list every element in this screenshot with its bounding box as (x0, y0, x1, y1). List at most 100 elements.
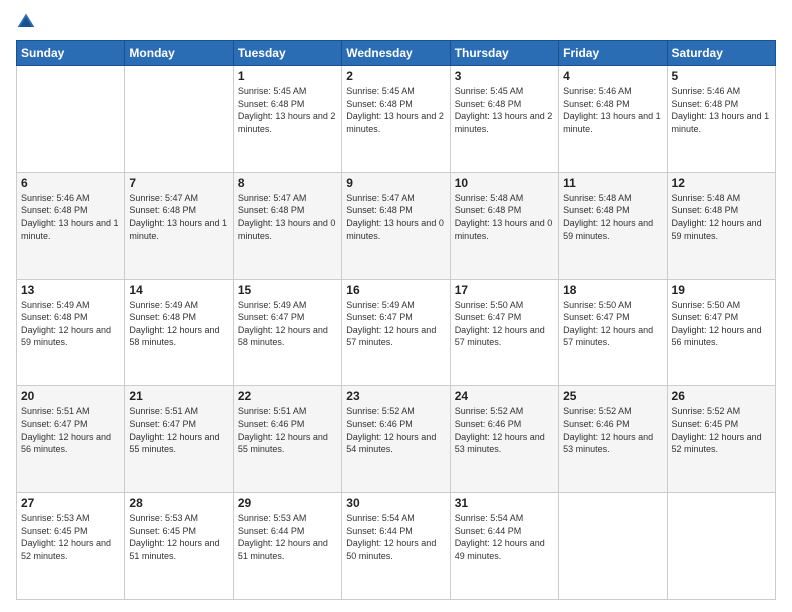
day-info: Sunrise: 5:45 AM Sunset: 6:48 PM Dayligh… (346, 85, 445, 135)
day-info: Sunrise: 5:49 AM Sunset: 6:47 PM Dayligh… (238, 299, 337, 349)
day-info: Sunrise: 5:47 AM Sunset: 6:48 PM Dayligh… (129, 192, 228, 242)
day-info: Sunrise: 5:48 AM Sunset: 6:48 PM Dayligh… (563, 192, 662, 242)
day-number: 22 (238, 389, 337, 403)
day-info: Sunrise: 5:50 AM Sunset: 6:47 PM Dayligh… (455, 299, 554, 349)
calendar-cell: 20 Sunrise: 5:51 AM Sunset: 6:47 PM Dayli… (17, 386, 125, 493)
calendar-cell: 21Sunrise: 5:51 AM Sunset: 6:47 PM Dayli… (125, 386, 233, 493)
calendar-cell (125, 66, 233, 173)
day-number: 16 (346, 283, 445, 297)
day-number: 27 (21, 496, 120, 510)
day-info: Sunrise: 5:46 AM Sunset: 6:48 PM Dayligh… (21, 192, 120, 242)
day-number: 3 (455, 69, 554, 83)
day-info: Sunrise: 5:48 AM Sunset: 6:48 PM Dayligh… (672, 192, 771, 242)
day-number: 24 (455, 389, 554, 403)
page: SundayMondayTuesdayWednesdayThursdayFrid… (0, 0, 792, 612)
day-number: 8 (238, 176, 337, 190)
calendar-cell: 18 Sunrise: 5:50 AM Sunset: 6:47 PM Dayli… (559, 279, 667, 386)
calendar-cell: 7 Sunrise: 5:47 AM Sunset: 6:48 PM Daylig… (125, 172, 233, 279)
day-info: Sunrise: 5:47 AM Sunset: 6:48 PM Dayligh… (238, 192, 337, 242)
calendar-cell: 25 Sunrise: 5:52 AM Sunset: 6:46 PM Dayli… (559, 386, 667, 493)
day-info: Sunrise: 5:54 AM Sunset: 6:44 PM Dayligh… (346, 512, 445, 562)
weekday-header-wednesday: Wednesday (342, 41, 450, 66)
day-info: Sunrise: 5:51 AM Sunset: 6:46 PM Dayligh… (238, 405, 337, 455)
calendar-cell: 17 Sunrise: 5:50 AM Sunset: 6:47 PM Dayli… (450, 279, 558, 386)
calendar-week-row-2: 6 Sunrise: 5:46 AM Sunset: 6:48 PM Daylig… (17, 172, 776, 279)
day-number: 18 (563, 283, 662, 297)
day-info: Sunrise: 5:53 AM Sunset: 6:45 PM Dayligh… (129, 512, 228, 562)
day-info: Sunrise: 5:48 AM Sunset: 6:48 PM Dayligh… (455, 192, 554, 242)
calendar-week-row-1: 1 Sunrise: 5:45 AM Sunset: 6:48 PM Daylig… (17, 66, 776, 173)
calendar-week-row-3: 13 Sunrise: 5:49 AM Sunset: 6:48 PM Dayli… (17, 279, 776, 386)
day-info: Sunrise: 5:50 AM Sunset: 6:47 PM Dayligh… (672, 299, 771, 349)
day-number: 28 (129, 496, 228, 510)
weekday-header-thursday: Thursday (450, 41, 558, 66)
calendar-cell: 19 Sunrise: 5:50 AM Sunset: 6:47 PM Dayli… (667, 279, 775, 386)
day-info: Sunrise: 5:52 AM Sunset: 6:46 PM Dayligh… (346, 405, 445, 455)
calendar-cell: 9 Sunrise: 5:47 AM Sunset: 6:48 PM Daylig… (342, 172, 450, 279)
calendar-week-row-5: 27 Sunrise: 5:53 AM Sunset: 6:45 PM Dayli… (17, 493, 776, 600)
day-number: 9 (346, 176, 445, 190)
day-number: 20 (21, 389, 120, 403)
day-number: 21 (129, 389, 228, 403)
day-info: Sunrise: 5:53 AM Sunset: 6:44 PM Dayligh… (238, 512, 337, 562)
calendar-week-row-4: 20 Sunrise: 5:51 AM Sunset: 6:47 PM Dayli… (17, 386, 776, 493)
day-info: Sunrise: 5:50 AM Sunset: 6:47 PM Dayligh… (563, 299, 662, 349)
calendar-cell: 31Sunrise: 5:54 AM Sunset: 6:44 PM Dayli… (450, 493, 558, 600)
logo (16, 12, 40, 32)
day-info: Sunrise: 5:52 AM Sunset: 6:46 PM Dayligh… (563, 405, 662, 455)
calendar-cell: 11 Sunrise: 5:48 AM Sunset: 6:48 PM Dayli… (559, 172, 667, 279)
calendar-cell (17, 66, 125, 173)
calendar-cell: 2Sunrise: 5:45 AM Sunset: 6:48 PM Daylig… (342, 66, 450, 173)
day-info: Sunrise: 5:47 AM Sunset: 6:48 PM Dayligh… (346, 192, 445, 242)
day-number: 17 (455, 283, 554, 297)
calendar-cell: 15 Sunrise: 5:49 AM Sunset: 6:47 PM Dayli… (233, 279, 341, 386)
day-number: 19 (672, 283, 771, 297)
calendar-cell: 8 Sunrise: 5:47 AM Sunset: 6:48 PM Daylig… (233, 172, 341, 279)
day-info: Sunrise: 5:54 AM Sunset: 6:44 PM Dayligh… (455, 512, 554, 562)
day-number: 30 (346, 496, 445, 510)
day-number: 7 (129, 176, 228, 190)
calendar-cell: 26 Sunrise: 5:52 AM Sunset: 6:45 PM Dayli… (667, 386, 775, 493)
day-info: Sunrise: 5:46 AM Sunset: 6:48 PM Dayligh… (672, 85, 771, 135)
weekday-header-sunday: Sunday (17, 41, 125, 66)
day-info: Sunrise: 5:49 AM Sunset: 6:48 PM Dayligh… (129, 299, 228, 349)
calendar-cell: 27 Sunrise: 5:53 AM Sunset: 6:45 PM Dayli… (17, 493, 125, 600)
day-info: Sunrise: 5:49 AM Sunset: 6:47 PM Dayligh… (346, 299, 445, 349)
calendar-cell: 10Sunrise: 5:48 AM Sunset: 6:48 PM Dayli… (450, 172, 558, 279)
day-number: 12 (672, 176, 771, 190)
calendar-cell: 4Sunrise: 5:46 AM Sunset: 6:48 PM Daylig… (559, 66, 667, 173)
day-number: 13 (21, 283, 120, 297)
calendar-cell: 1 Sunrise: 5:45 AM Sunset: 6:48 PM Daylig… (233, 66, 341, 173)
calendar-cell: 13Sunrise: 5:49 AM Sunset: 6:48 PM Dayli… (17, 279, 125, 386)
day-info: Sunrise: 5:45 AM Sunset: 6:48 PM Dayligh… (455, 85, 554, 135)
day-number: 5 (672, 69, 771, 83)
day-number: 25 (563, 389, 662, 403)
day-info: Sunrise: 5:45 AM Sunset: 6:48 PM Dayligh… (238, 85, 337, 135)
day-number: 14 (129, 283, 228, 297)
calendar-cell: 6 Sunrise: 5:46 AM Sunset: 6:48 PM Daylig… (17, 172, 125, 279)
logo-icon (16, 12, 36, 32)
calendar-cell: 3 Sunrise: 5:45 AM Sunset: 6:48 PM Daylig… (450, 66, 558, 173)
calendar-cell: 22 Sunrise: 5:51 AM Sunset: 6:46 PM Dayli… (233, 386, 341, 493)
calendar-cell: 12 Sunrise: 5:48 AM Sunset: 6:48 PM Dayli… (667, 172, 775, 279)
weekday-header-tuesday: Tuesday (233, 41, 341, 66)
calendar-cell: 24Sunrise: 5:52 AM Sunset: 6:46 PM Dayli… (450, 386, 558, 493)
day-number: 1 (238, 69, 337, 83)
day-number: 11 (563, 176, 662, 190)
header (16, 12, 776, 32)
calendar-cell: 29 Sunrise: 5:53 AM Sunset: 6:44 PM Dayli… (233, 493, 341, 600)
calendar-cell: 5 Sunrise: 5:46 AM Sunset: 6:48 PM Daylig… (667, 66, 775, 173)
day-info: Sunrise: 5:52 AM Sunset: 6:45 PM Dayligh… (672, 405, 771, 455)
day-number: 23 (346, 389, 445, 403)
calendar-cell: 28 Sunrise: 5:53 AM Sunset: 6:45 PM Dayli… (125, 493, 233, 600)
weekday-header-saturday: Saturday (667, 41, 775, 66)
day-number: 29 (238, 496, 337, 510)
calendar-cell (559, 493, 667, 600)
day-number: 6 (21, 176, 120, 190)
day-number: 26 (672, 389, 771, 403)
calendar-cell: 16 Sunrise: 5:49 AM Sunset: 6:47 PM Dayli… (342, 279, 450, 386)
day-info: Sunrise: 5:51 AM Sunset: 6:47 PM Dayligh… (21, 405, 120, 455)
day-number: 15 (238, 283, 337, 297)
calendar-table: SundayMondayTuesdayWednesdayThursdayFrid… (16, 40, 776, 600)
day-info: Sunrise: 5:53 AM Sunset: 6:45 PM Dayligh… (21, 512, 120, 562)
